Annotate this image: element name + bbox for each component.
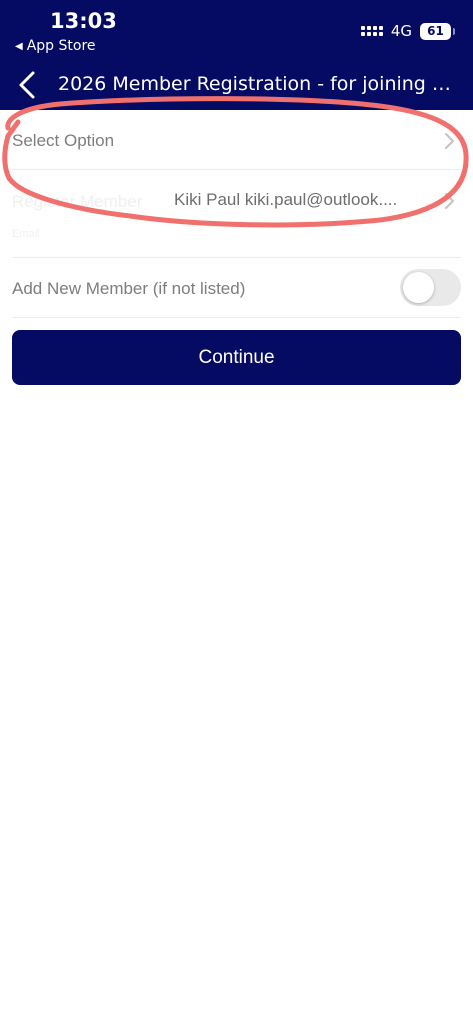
add-new-member-row: Add New Member (if not listed): [12, 258, 461, 318]
back-triangle-icon: ◀: [15, 40, 23, 52]
cellular-signal-icon: [360, 26, 383, 36]
status-time: 13:03: [50, 9, 117, 33]
add-new-member-label: Add New Member (if not listed): [12, 279, 246, 298]
status-back-to-app[interactable]: ◀ App Store: [15, 38, 96, 54]
toggle-knob: [403, 272, 434, 303]
status-indicators: 4G 61: [360, 22, 455, 40]
status-back-label: App Store: [26, 38, 96, 54]
continue-button[interactable]: Continue: [12, 330, 461, 385]
chevron-right-icon: [445, 193, 454, 209]
select-option-row[interactable]: Select Option: [12, 110, 461, 170]
add-new-member-toggle[interactable]: [400, 269, 461, 306]
battery-icon: 61: [420, 22, 455, 40]
chevron-left-icon[interactable]: [16, 70, 40, 100]
network-type: 4G: [390, 22, 412, 40]
register-member-label: Register Member: [12, 192, 143, 211]
chevron-right-icon: [445, 133, 454, 149]
register-member-value: Kiki Paul kiki.paul@outlook....: [174, 190, 398, 209]
register-member-sublabel: Email: [12, 228, 40, 240]
page-title: 2026 Member Registration - for joining p…: [58, 73, 458, 95]
app-header: 13:03 ◀ App Store 4G 61 2026 Member Regi…: [0, 0, 473, 110]
battery-level: 61: [427, 23, 444, 38]
register-member-row[interactable]: Register Member Email Kiki Paul kiki.pau…: [12, 170, 461, 258]
select-option-label: Select Option: [12, 131, 115, 150]
